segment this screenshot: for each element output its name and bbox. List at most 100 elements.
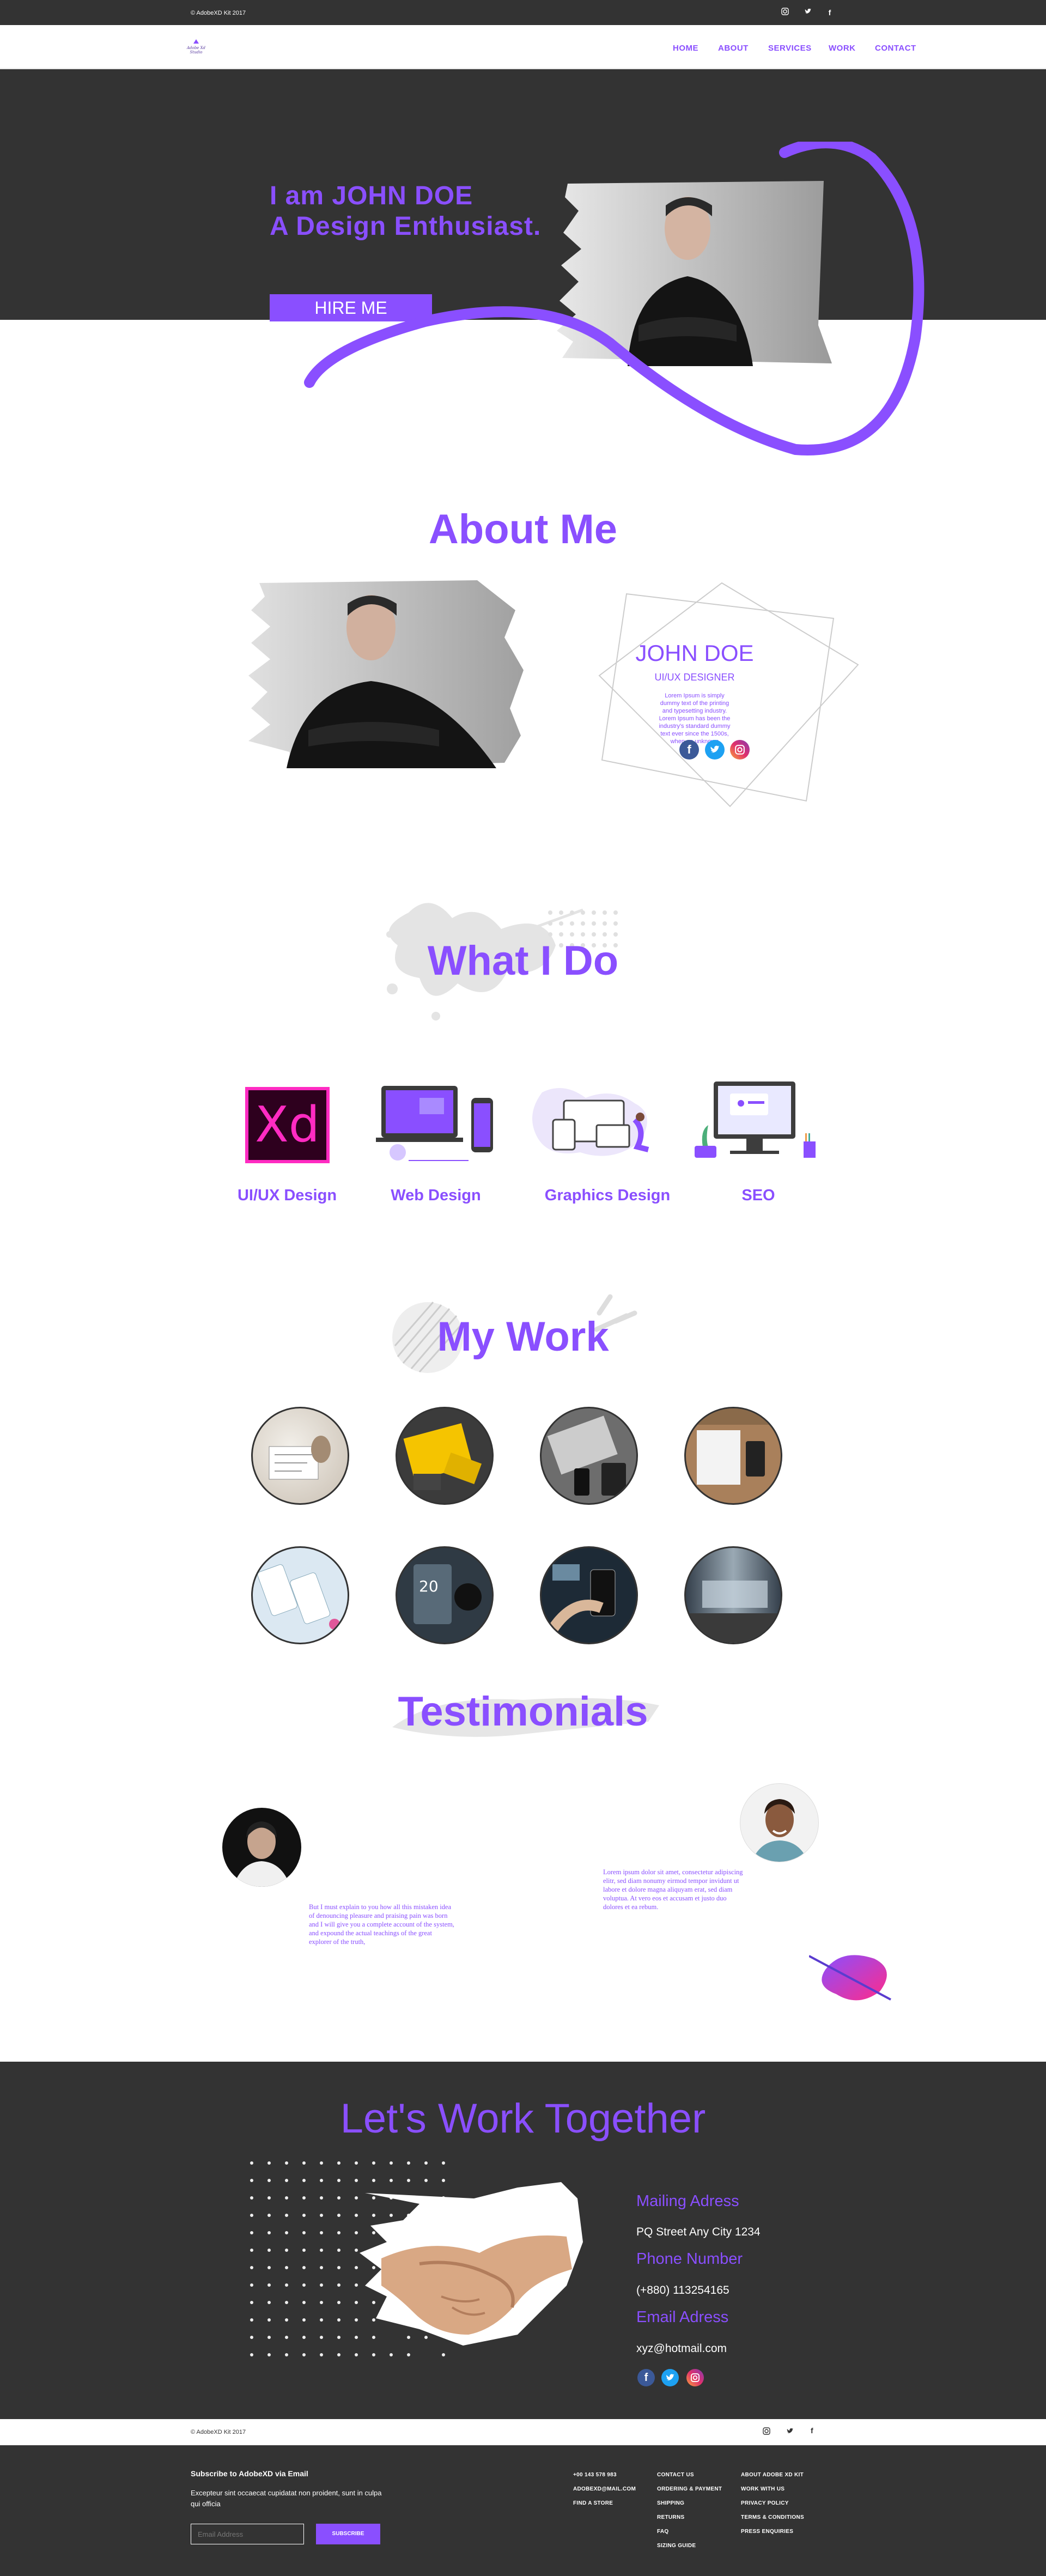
decor-dot bbox=[250, 2353, 253, 2356]
footer-faq[interactable]: FAQ bbox=[657, 2529, 668, 2535]
work-thumbnail[interactable] bbox=[540, 1546, 638, 1644]
decor-dot bbox=[250, 2161, 253, 2165]
footer-email[interactable]: ADOBEXD@MAIL.COM bbox=[573, 2486, 636, 2492]
footer-returns[interactable]: RETURNS bbox=[657, 2514, 684, 2520]
decor-dot bbox=[250, 2266, 253, 2269]
service-uiux-label: UI/UX Design bbox=[237, 1187, 337, 1204]
about-name: JOHN DOE bbox=[635, 640, 754, 666]
twitter-icon[interactable] bbox=[705, 740, 725, 760]
email-label: Email Adress bbox=[636, 2308, 729, 2326]
footer-press[interactable]: PRESS ENQUIRIES bbox=[741, 2529, 793, 2535]
footer-privacy[interactable]: PRIVACY POLICY bbox=[741, 2500, 789, 2506]
twitter-icon[interactable] bbox=[786, 2427, 794, 2438]
logo[interactable]: Adobe Xd Studio bbox=[185, 38, 207, 58]
service-web-label: Web Design bbox=[391, 1187, 481, 1204]
handshake-image bbox=[360, 2182, 583, 2346]
page: © AdobeXD Kit 2017 f Adobe Xd Studio HOM… bbox=[0, 0, 1046, 2576]
instagram-icon[interactable] bbox=[730, 740, 750, 760]
nav-about[interactable]: ABOUT bbox=[718, 44, 749, 53]
decor-dot bbox=[337, 2196, 340, 2200]
work-thumbnail[interactable] bbox=[251, 1407, 349, 1505]
copyright-text: © AdobeXD Kit 2017 bbox=[191, 2429, 246, 2435]
decor-dot bbox=[285, 2318, 288, 2322]
work-thumbnail[interactable] bbox=[251, 1546, 349, 1644]
decor-dot bbox=[285, 2353, 288, 2356]
abstract-shape-decoration bbox=[809, 1955, 891, 2001]
work-thumbnail[interactable] bbox=[540, 1407, 638, 1505]
decor-dot bbox=[302, 2249, 306, 2252]
footer-contact-us[interactable]: CONTACT US bbox=[657, 2472, 694, 2478]
footer-about[interactable]: ABOUT ADOBE XD KIT bbox=[741, 2472, 804, 2478]
decor-dot bbox=[372, 2353, 375, 2356]
facebook-icon[interactable]: f bbox=[825, 8, 835, 17]
footer-work-with-us[interactable]: WORK WITH US bbox=[741, 2486, 784, 2492]
decor-dot bbox=[267, 2353, 271, 2356]
decor-dot bbox=[285, 2249, 288, 2252]
decor-dot bbox=[302, 2196, 306, 2200]
decor-dot bbox=[355, 2161, 358, 2165]
decor-dot bbox=[302, 2266, 306, 2269]
twitter-icon[interactable] bbox=[661, 2369, 679, 2386]
testimonial-right-text: Lorem ipsum dolor sit amet, consectetur … bbox=[603, 1868, 743, 1911]
decor-dot bbox=[337, 2179, 340, 2182]
decor-dot bbox=[337, 2249, 340, 2252]
decor-dot bbox=[407, 2161, 410, 2165]
decor-dot bbox=[302, 2161, 306, 2165]
nav-services[interactable]: SERVICES bbox=[768, 44, 812, 53]
decor-dot bbox=[320, 2301, 323, 2304]
work-thumbnail[interactable] bbox=[684, 1407, 782, 1505]
decor-dot bbox=[424, 2161, 428, 2165]
decor-dot bbox=[285, 2336, 288, 2339]
work-thumbnail[interactable] bbox=[684, 1546, 782, 1644]
decor-dot bbox=[320, 2353, 323, 2356]
nav-home[interactable]: HOME bbox=[673, 44, 698, 53]
web-design-illustration bbox=[376, 1086, 493, 1161]
work-thumbnail[interactable] bbox=[396, 1407, 494, 1505]
footer-shipping[interactable]: SHIPPING bbox=[657, 2500, 684, 2506]
decor-dot bbox=[337, 2283, 340, 2287]
decor-dot bbox=[320, 2283, 323, 2287]
instagram-icon[interactable] bbox=[686, 2369, 704, 2386]
facebook-icon[interactable]: f bbox=[811, 2426, 813, 2435]
decor-dot bbox=[372, 2161, 375, 2165]
facebook-icon[interactable]: f bbox=[637, 2369, 655, 2386]
decor-dot bbox=[250, 2179, 253, 2182]
footer-phone[interactable]: +00 143 578 983 bbox=[573, 2472, 617, 2478]
graphics-design-illustration bbox=[532, 1088, 649, 1156]
decor-dot bbox=[320, 2266, 323, 2269]
footer-sizing-guide[interactable]: SIZING GUIDE bbox=[657, 2543, 696, 2549]
decor-dot bbox=[285, 2301, 288, 2304]
mailing-address-value: PQ Street Any City 1234 bbox=[636, 2226, 761, 2238]
decor-dot bbox=[302, 2353, 306, 2356]
footer-find-store[interactable]: FIND A STORE bbox=[573, 2500, 613, 2506]
decor-dot bbox=[320, 2179, 323, 2182]
footer-terms[interactable]: TERMS & CONDITIONS bbox=[741, 2514, 804, 2520]
decor-dot bbox=[302, 2231, 306, 2234]
nav-work[interactable]: WORK bbox=[829, 44, 856, 53]
subscribe-email-input[interactable] bbox=[191, 2524, 304, 2544]
instagram-icon[interactable] bbox=[763, 2427, 770, 2438]
copyright-bar: © AdobeXD Kit 2017 f bbox=[0, 2419, 1046, 2445]
decor-dot bbox=[302, 2179, 306, 2182]
decor-dot bbox=[285, 2283, 288, 2287]
decor-dot bbox=[250, 2214, 253, 2217]
decor-dot bbox=[267, 2214, 271, 2217]
hero-swoosh bbox=[304, 142, 925, 455]
work-thumbnail[interactable]: 20 bbox=[396, 1546, 494, 1644]
instagram-icon[interactable] bbox=[780, 8, 790, 17]
decor-dot bbox=[302, 2214, 306, 2217]
nav-contact[interactable]: CONTACT bbox=[875, 44, 916, 53]
footer-ordering[interactable]: ORDERING & PAYMENT bbox=[657, 2486, 722, 2492]
decor-dot bbox=[337, 2161, 340, 2165]
decor-dot bbox=[320, 2318, 323, 2322]
decor-dot bbox=[250, 2196, 253, 2200]
decor-dot bbox=[337, 2353, 340, 2356]
twitter-icon[interactable] bbox=[803, 8, 813, 17]
decor-dot bbox=[267, 2301, 271, 2304]
adobe-xd-glyph: Xd bbox=[248, 1090, 326, 1160]
subscribe-button[interactable]: SUBSCRIBE bbox=[316, 2524, 380, 2544]
decor-dot bbox=[390, 2161, 393, 2165]
facebook-icon[interactable]: f bbox=[679, 740, 699, 760]
top-copyright: © AdobeXD Kit 2017 bbox=[191, 10, 246, 16]
phone-label: Phone Number bbox=[636, 2250, 743, 2268]
